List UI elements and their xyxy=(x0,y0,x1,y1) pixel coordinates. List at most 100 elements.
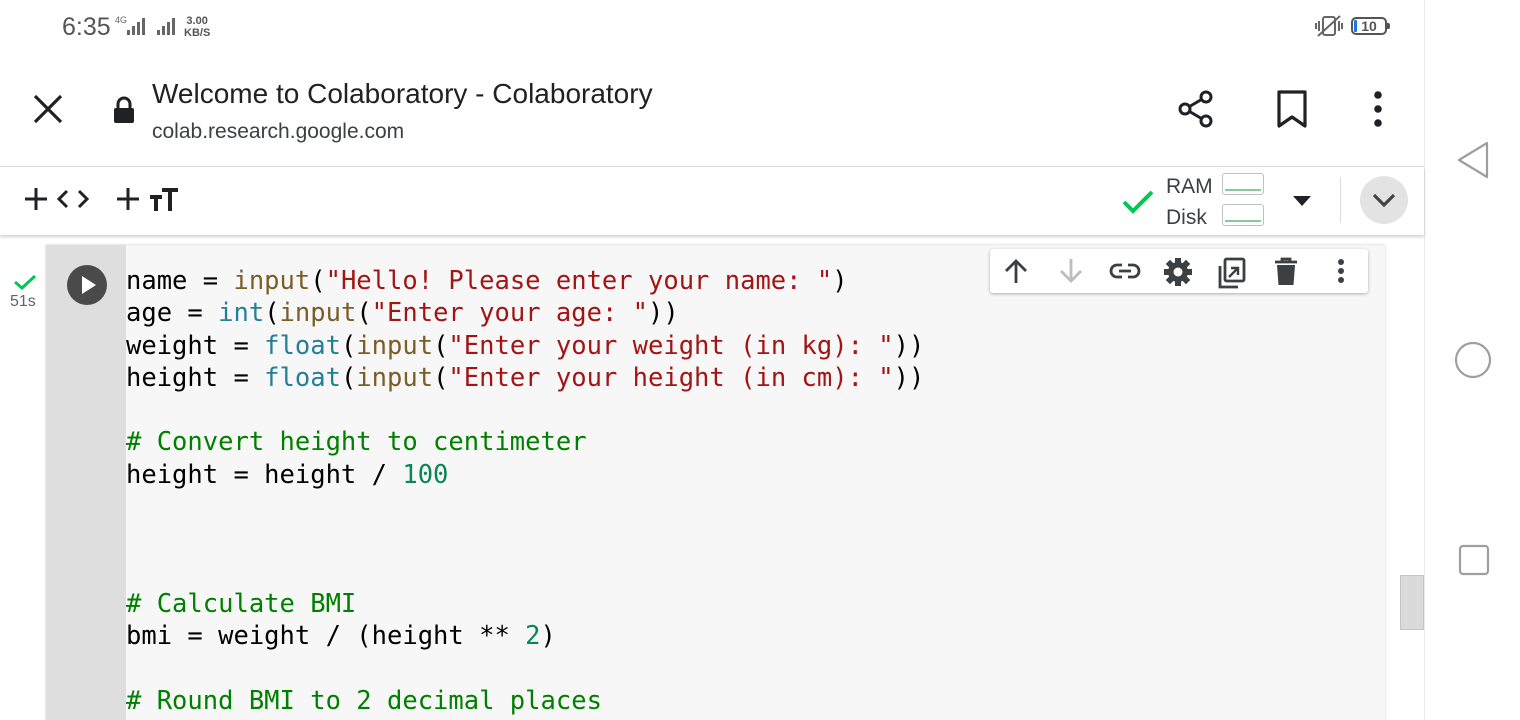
code-token: "Enter your height (in cm): " xyxy=(448,362,894,393)
plus-icon xyxy=(22,185,50,218)
code-token: input xyxy=(356,362,434,393)
signal-4g-icon: 4G xyxy=(115,14,151,43)
settings-icon[interactable] xyxy=(1163,257,1193,292)
code-token: height = height / xyxy=(126,459,403,490)
arrow-down-icon[interactable] xyxy=(1056,257,1086,290)
code-token: age = xyxy=(126,298,219,329)
code-line: # Convert height to centimeter xyxy=(126,426,924,458)
share-icon[interactable] xyxy=(1175,88,1217,135)
code-line: name = input("Hello! Please enter your n… xyxy=(126,265,924,297)
lock-icon[interactable] xyxy=(112,96,136,129)
code-token: ( xyxy=(310,266,326,296)
run-cell-button[interactable] xyxy=(67,265,107,305)
bookmark-icon[interactable] xyxy=(1276,89,1308,134)
code-token: ( xyxy=(264,298,280,329)
code-line: height = height / 100 xyxy=(126,459,924,491)
plus-icon xyxy=(114,185,142,218)
code-line: bmi = weight / (height ** 2) xyxy=(126,620,924,652)
code-token: ) xyxy=(832,266,848,296)
scrollbar-thumb[interactable] xyxy=(1400,575,1424,630)
recents-icon[interactable] xyxy=(1458,544,1490,581)
code-token: bmi = weight / (height ** xyxy=(126,621,526,652)
code-token: input xyxy=(279,298,357,329)
code-token: height = xyxy=(126,362,265,393)
page-url[interactable]: colab.research.google.com xyxy=(152,120,404,144)
code-token: # Round BMI to 2 decimal places xyxy=(126,685,602,716)
colab-toolbar: RAM Disk xyxy=(0,167,1424,235)
code-token: input xyxy=(356,330,434,361)
delete-icon[interactable] xyxy=(1273,257,1299,292)
code-token: ( xyxy=(340,362,357,393)
code-token: # Convert height to centimeter xyxy=(126,427,587,458)
code-token: 2 xyxy=(525,621,541,652)
code-token: float xyxy=(264,330,341,361)
code-cell[interactable]: name = input("Hello! Please enter your n… xyxy=(46,245,1385,720)
toolbar-divider xyxy=(1340,177,1341,223)
chevron-down-icon xyxy=(1370,188,1398,217)
code-token: 100 xyxy=(402,459,449,490)
browser-header: Welcome to Colaboratory - Colaboratory c… xyxy=(0,54,1424,167)
code-icon xyxy=(56,185,90,218)
mirror-cell-icon[interactable] xyxy=(1216,257,1248,294)
system-nav-bar xyxy=(1424,0,1520,720)
disk-meter xyxy=(1222,204,1264,226)
signal-icon xyxy=(156,14,180,43)
code-token: "Enter your age: " xyxy=(371,298,649,329)
check-icon[interactable] xyxy=(1120,185,1156,222)
code-line: age = int(input("Enter your age: ")) xyxy=(126,297,924,329)
network-speed: 3.00 KB/S xyxy=(184,15,210,39)
code-token: # Calculate BMI xyxy=(126,588,357,619)
battery-level: 10 xyxy=(1361,18,1377,34)
code-token: ( xyxy=(433,362,449,393)
link-icon[interactable] xyxy=(1108,257,1142,290)
home-icon[interactable] xyxy=(1454,341,1492,384)
code-token: ( xyxy=(433,330,449,361)
code-token: ( xyxy=(340,330,357,361)
text-format-icon xyxy=(148,185,180,218)
status-bar: 6:35 4G 3.00 KB/S 10 xyxy=(0,0,1424,54)
code-token: )) xyxy=(648,298,679,329)
code-line: weight = float(input("Enter your weight … xyxy=(126,330,924,362)
code-token: name = xyxy=(126,266,234,296)
code-line: height = float(input("Enter your height … xyxy=(126,362,924,394)
vibrate-icon xyxy=(1314,14,1344,43)
page-title: Welcome to Colaboratory - Colaboratory xyxy=(152,78,653,109)
disk-label: Disk xyxy=(1166,206,1207,229)
code-token: "Enter your weight (in kg): " xyxy=(448,330,894,361)
speed-value: 3.00 xyxy=(186,15,208,27)
cell-toolbar xyxy=(990,249,1368,293)
resource-labels[interactable]: RAM Disk xyxy=(1166,171,1213,233)
ram-label: RAM xyxy=(1166,175,1213,198)
collapse-toolbar-button[interactable] xyxy=(1360,176,1408,224)
add-code-cell-button[interactable] xyxy=(22,185,92,217)
speed-unit: KB/S xyxy=(184,27,211,39)
close-icon[interactable] xyxy=(30,91,66,132)
code-line: # Round BMI to 2 decimal places xyxy=(126,685,924,717)
execution-time: 51s xyxy=(10,293,36,310)
arrow-up-icon[interactable] xyxy=(1001,257,1031,290)
code-token: )) xyxy=(893,362,925,393)
code-token: float xyxy=(264,362,341,393)
code-token: weight = xyxy=(126,330,265,361)
network-type-label: 4G xyxy=(115,15,127,25)
cell-gutter xyxy=(47,245,126,720)
more-vert-icon[interactable] xyxy=(1331,257,1351,290)
code-token: "Hello! Please enter your name: " xyxy=(325,266,833,296)
code-token: ) xyxy=(540,621,556,652)
status-time: 6:35 xyxy=(62,13,111,41)
play-icon xyxy=(79,275,99,300)
code-token: ( xyxy=(356,298,372,329)
code-token: int xyxy=(218,298,265,329)
back-icon[interactable] xyxy=(1455,140,1491,185)
more-vert-icon[interactable] xyxy=(1366,90,1390,133)
code-editor[interactable]: name = input("Hello! Please enter your n… xyxy=(126,265,924,717)
code-line: # Calculate BMI xyxy=(126,588,924,620)
add-text-cell-button[interactable] xyxy=(114,183,184,217)
notebook: 51s name = input("Hello! Please enter yo… xyxy=(0,235,1424,720)
arrow-drop-down-icon[interactable] xyxy=(1290,191,1314,216)
